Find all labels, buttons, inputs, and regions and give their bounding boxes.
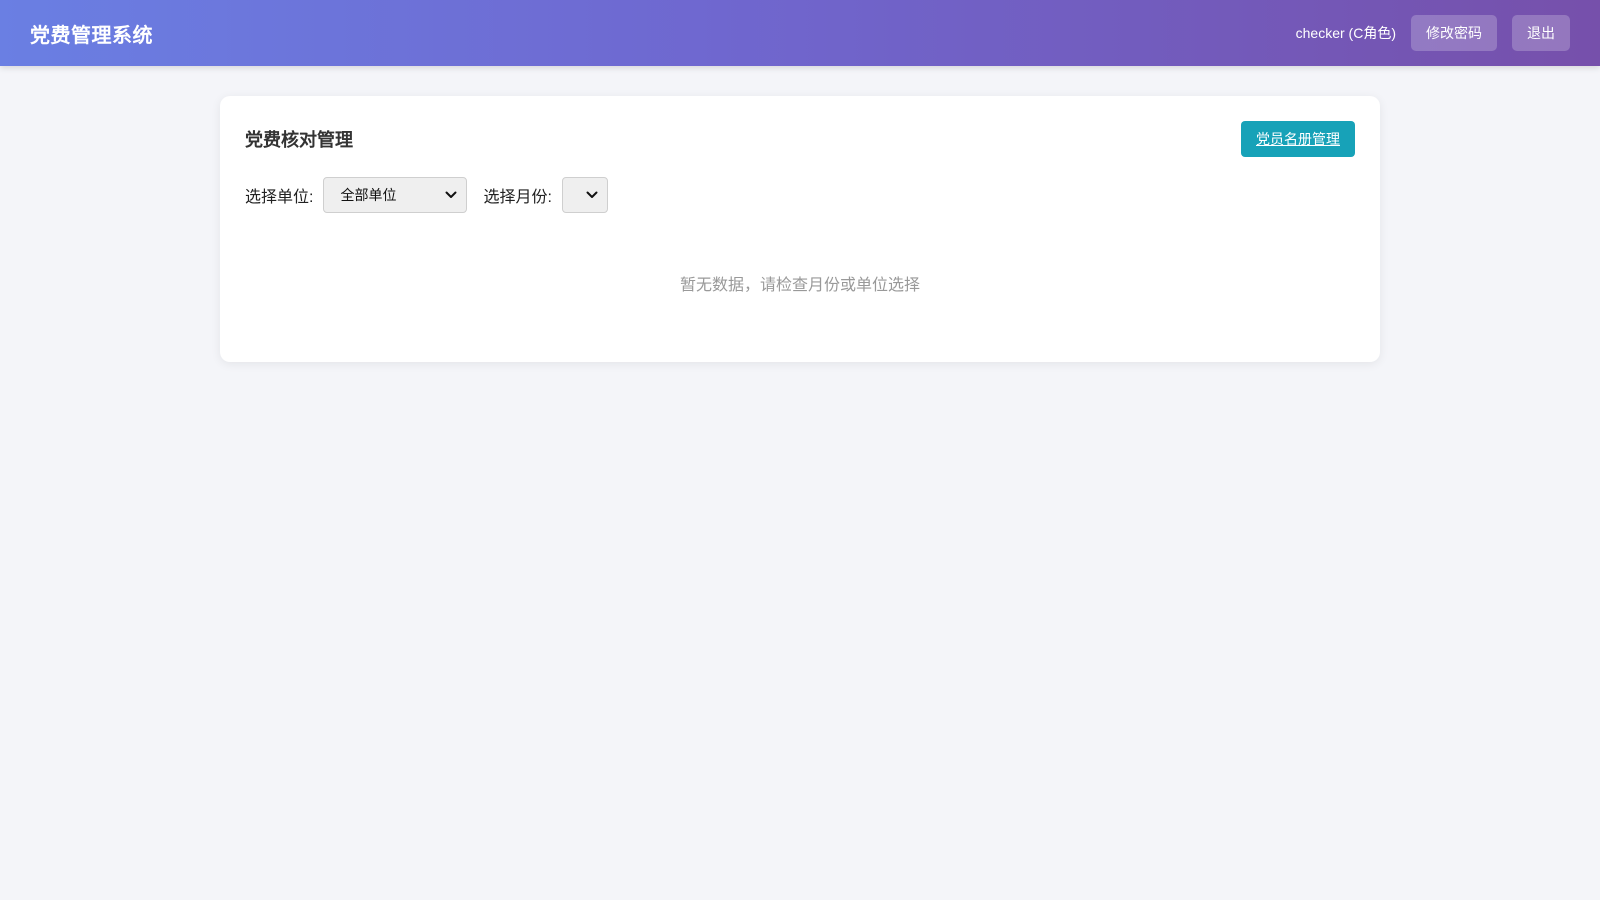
user-info: checker (C角色) bbox=[1295, 25, 1396, 41]
chevron-down-icon bbox=[444, 188, 458, 202]
card-header: 党费核对管理 党员名册管理 bbox=[245, 121, 1355, 157]
unit-select[interactable]: 全部单位 bbox=[323, 177, 468, 213]
empty-state-message: 暂无数据，请检查月份或单位选择 bbox=[679, 277, 920, 294]
unit-select-value: 全部单位 bbox=[340, 187, 397, 203]
chevron-down-icon bbox=[585, 188, 599, 202]
top-navbar: 党费管理系统 checker (C角色) 修改密码 退出 bbox=[0, 0, 1600, 66]
main-card: 党费核对管理 党员名册管理 选择单位: 全部单位 选择月份: 暂无数据，请检查月… bbox=[220, 96, 1380, 362]
logout-button[interactable]: 退出 bbox=[1512, 15, 1570, 51]
topbar-right: checker (C角色) 修改密码 退出 bbox=[1296, 15, 1570, 51]
app-title: 党费管理系统 bbox=[30, 24, 153, 47]
filter-bar: 选择单位: 全部单位 选择月份: bbox=[245, 177, 624, 213]
unit-filter-label: 选择单位: bbox=[245, 189, 314, 206]
change-password-button[interactable]: 修改密码 bbox=[1411, 15, 1497, 51]
month-filter-label: 选择月份: bbox=[483, 189, 552, 206]
page-title: 党费核对管理 bbox=[245, 130, 353, 150]
member-roster-button[interactable]: 党员名册管理 bbox=[1241, 121, 1355, 157]
month-select[interactable] bbox=[561, 177, 608, 213]
